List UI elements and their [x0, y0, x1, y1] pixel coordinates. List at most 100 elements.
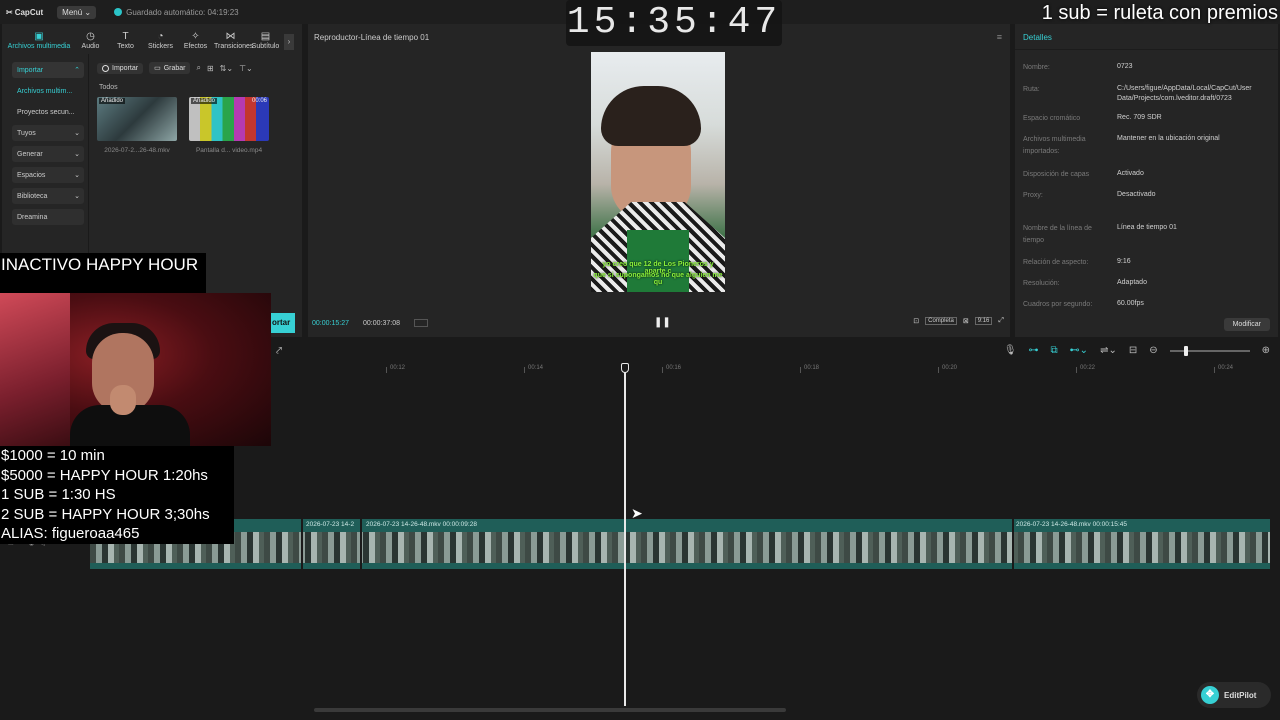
media-thumbnail: Añadido [97, 97, 177, 141]
video-track[interactable]: 2026-07-23 14-2 2026-07-23 14-26-48.mkv … [90, 519, 1270, 569]
media-duration: 00:06 [251, 98, 267, 104]
quality-button[interactable]: Completa [925, 317, 957, 325]
chevron-down-icon: ⌄ [74, 193, 80, 200]
microphone-icon[interactable]: 🎙 [1004, 345, 1017, 356]
added-badge: Añadido [99, 98, 126, 104]
sidebar-item-media-files[interactable]: Archivos multim... [12, 83, 84, 99]
track-clip-labels: 2026-07-23 14-2 2026-07-23 14-26-48.mkv … [90, 519, 1270, 530]
sticker-icon: ◔ [157, 31, 164, 42]
fit-screen-icon[interactable]: ⊠ [963, 317, 969, 325]
chevron-right-icon: › [287, 37, 291, 46]
sidebar-item-dreamina[interactable]: Dreamina [12, 209, 84, 225]
tool-effects[interactable]: ✧ Efectos [179, 31, 212, 54]
import-label: Importar [112, 64, 139, 72]
fullscreen-icon[interactable]: ⤢ [998, 317, 1004, 325]
import-button[interactable]: Importar [97, 62, 144, 74]
rule-line: $5000 = HAPPY HOUR 1:20hs [1, 466, 208, 484]
subtitle-icon: ▤ [260, 31, 271, 42]
detail-value: Activado [1117, 170, 1144, 177]
chevron-down-icon: ⌄ [74, 172, 80, 179]
tool-label: Subtítulo [251, 43, 280, 50]
tool-transitions[interactable]: ⋈ Transiciones [214, 31, 253, 54]
timeline-toolbar: ⤤ 🎙 ⊶ ⧉ ⊷⌄ ⇌⌄ ⊟ ⊖ ⊕ [272, 341, 1280, 363]
tool-subtitle[interactable]: ▤ Subtítulo [249, 31, 282, 54]
timeline-ruler[interactable]: 00:12 00:14 00:16 00:18 00:20 00:22 00:2… [272, 363, 1272, 375]
zoom-in-icon[interactable]: ⊕ [1262, 345, 1270, 356]
menu-button[interactable]: Menú ⌄ [57, 5, 97, 19]
editpilot-button[interactable]: ✥ EditPilot [1197, 682, 1271, 708]
sidebar-item-generate[interactable]: Generar ⌄ [12, 146, 84, 162]
clip-label: 2026-07-23 14-26-48.mkv 00:00:15:45 [1016, 521, 1127, 528]
media-item[interactable]: Añadido 2026-07-2...26-48.mkv [97, 97, 177, 154]
sidebar-item-import[interactable]: Importar ⌃ [12, 62, 84, 78]
rule-line: 1 SUB = 1:30 HS [1, 486, 116, 503]
detail-key: Resolución: [1023, 280, 1060, 287]
grid-view-icon[interactable]: ⊞ [207, 64, 214, 73]
timeline-horizontal-scrollbar[interactable] [314, 708, 786, 712]
crop-icon[interactable]: ⊡ [913, 317, 919, 325]
media-actions: Importar ▭ Grabar ⌕ ⊞ ⇅⌄ ⊤⌄ [89, 54, 302, 82]
clip-divider [301, 519, 303, 569]
magnet-icon[interactable]: ⧉ [1051, 345, 1058, 356]
ruler-tick: 00:16 [661, 365, 682, 373]
zoom-slider-knob[interactable] [1183, 345, 1188, 356]
filter-all-label: Todos [99, 84, 118, 91]
link-clips-icon[interactable]: ⊶ [1029, 345, 1039, 356]
autosave-status: Guardado automático: 04:19:23 [114, 8, 239, 17]
app-logo: ✂ CapCut [6, 8, 43, 17]
detail-key: Proxy: [1023, 192, 1043, 199]
playhead-line[interactable] [624, 366, 626, 706]
clip-divider [1012, 519, 1014, 569]
details-panel: Detalles Nombre: 0723 Ruta: C:/Users/figue… [1015, 24, 1278, 337]
track-filmstrip [90, 532, 1270, 563]
magic-edit-icon[interactable]: ⤤ [276, 345, 282, 358]
preview-axis-icon[interactable]: ⇌⌄ [1100, 345, 1117, 356]
stream-clock: 15:35:47 [566, 0, 782, 46]
detail-value: Desactivado [1117, 191, 1156, 198]
player-controls: 00:00:15:27 00:00:37:08 ❚❚ ⊡ Completa ⊠ … [308, 312, 1010, 332]
search-icon[interactable]: ⌕ [196, 63, 200, 73]
sidebar-item-label: Tuyos [17, 129, 36, 137]
chevron-up-icon: ⌃ [74, 67, 80, 74]
tool-media[interactable]: ▣ Archivos multimedia [6, 31, 72, 54]
media-item[interactable]: Añadido 00:06 Pantalla d... video.mp4 [189, 97, 269, 154]
pause-button[interactable]: ❚❚ [654, 317, 671, 328]
chevron-down-icon: ⌄ [74, 151, 80, 158]
caption-icon[interactable]: ⊟ [1129, 345, 1137, 356]
video-preview[interactable]: yo creo que 12 de Los Pioneros y aparte … [591, 52, 725, 292]
sidebar-item-secondary-projects[interactable]: Proyectos secun... [12, 104, 84, 120]
sidebar-item-yours[interactable]: Tuyos ⌄ [12, 125, 84, 141]
ruler-tick: 00:14 [523, 365, 544, 373]
ratio-button[interactable]: 9:16 [974, 317, 993, 325]
editpilot-label: EditPilot [1224, 690, 1257, 700]
snap-icon[interactable]: ⊷⌄ [1070, 345, 1088, 356]
app-name: CapCut [14, 7, 44, 17]
tool-label: Texto [117, 43, 134, 50]
clip-label: 2026-07-23 14-2 [306, 521, 355, 528]
import-button-partial[interactable]: ortar [271, 313, 295, 333]
detail-key: Disposición de capas [1023, 171, 1090, 178]
playhead-handle[interactable] [621, 363, 629, 373]
chevron-down-icon: ⌄ [74, 130, 80, 137]
media-item-name: Pantalla d... video.mp4 [195, 147, 263, 154]
toolbar-scroll-right[interactable]: › [284, 34, 294, 50]
tab-details[interactable]: Detalles [1015, 24, 1278, 50]
tool-audio[interactable]: ◷ Audio [74, 31, 107, 54]
added-badge: Añadido [191, 98, 218, 104]
sort-icon[interactable]: ⇅⌄ [220, 64, 233, 73]
tool-stickers[interactable]: ◔ Stickers [144, 31, 177, 54]
sidebar-item-spaces[interactable]: Espacios ⌄ [12, 167, 84, 183]
video-subtitle-line2: que si supongamos no que alguien me qu [593, 272, 723, 286]
asset-toolbar: ▣ Archivos multimedia ◷ Audio T Texto ◔ Stic… [2, 24, 302, 54]
clip-divider [360, 519, 362, 569]
tool-text[interactable]: T Texto [109, 31, 142, 54]
sidebar-item-library[interactable]: Biblioteca ⌄ [12, 188, 84, 204]
modify-button[interactable]: Modificar [1223, 318, 1270, 331]
detail-key: Espacio cromático [1023, 115, 1081, 122]
waveform-icon[interactable] [414, 319, 428, 327]
zoom-slider[interactable] [1169, 345, 1250, 356]
record-button[interactable]: ▭ Grabar [149, 62, 191, 74]
zoom-out-icon[interactable]: ⊖ [1149, 345, 1157, 356]
filter-icon[interactable]: ⊤⌄ [239, 64, 253, 73]
hamburger-menu-icon[interactable]: ≡ [997, 32, 1002, 42]
